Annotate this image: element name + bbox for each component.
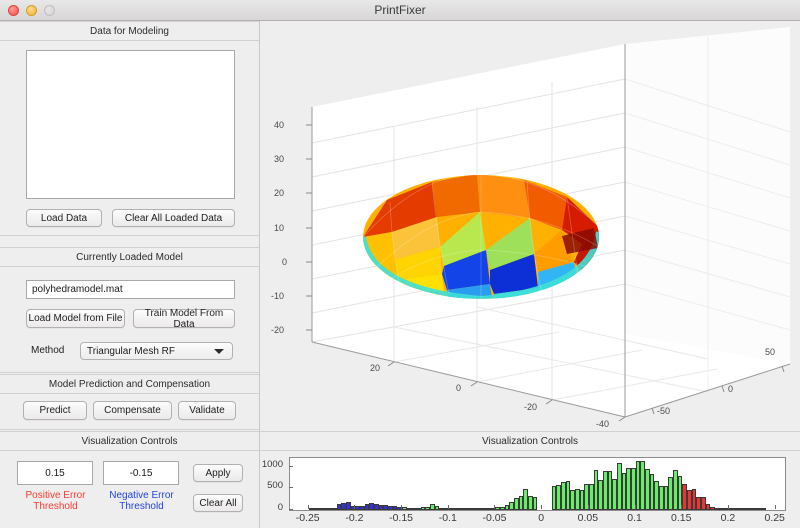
histogram-x-tick: -0.15 bbox=[389, 512, 414, 524]
apply-button[interactable]: Apply bbox=[193, 464, 243, 482]
panel-rule-bottom-prediction bbox=[0, 429, 259, 430]
histogram-y-tick: 500 bbox=[267, 480, 283, 492]
panel-rule-top-model bbox=[0, 247, 259, 248]
x-tick-neg20: -20 bbox=[524, 402, 538, 412]
panel-rule-under-title-model bbox=[0, 266, 259, 267]
z-tick-30: 30 bbox=[274, 154, 285, 164]
chevron-down-icon bbox=[214, 349, 224, 354]
clear-all-button[interactable]: Clear All bbox=[193, 494, 243, 512]
histogram-x-tick: 0 bbox=[538, 512, 545, 524]
histogram-x-tickmark bbox=[401, 505, 403, 509]
histogram-x-tickmark bbox=[587, 505, 589, 509]
histogram-x-tickmark bbox=[307, 505, 309, 509]
y-tick-neg50: -50 bbox=[657, 406, 671, 416]
mesh-3d-plot[interactable]: 40 30 20 10 0 -10 -20 20 0 -20 -40 -50 0… bbox=[262, 22, 800, 432]
panel-rule-top-vizleft bbox=[0, 431, 259, 432]
clear-all-loaded-data-button[interactable]: Clear All Loaded Data bbox=[112, 209, 235, 227]
z-tick-0: 0 bbox=[282, 257, 288, 267]
histogram-x-tickmark bbox=[447, 505, 449, 509]
z-tick-40: 40 bbox=[274, 120, 285, 130]
panel-rule-under-title-vizright bbox=[260, 450, 800, 451]
negative-error-threshold-label-line1: Negative Error bbox=[109, 490, 174, 501]
load-data-button[interactable]: Load Data bbox=[26, 209, 102, 227]
app-window: PrintFixer Data for Modeling Load Data C… bbox=[0, 0, 800, 528]
predict-button[interactable]: Predict bbox=[23, 401, 87, 420]
title-bar: PrintFixer bbox=[0, 0, 800, 21]
panel-rule-under-title-prediction bbox=[0, 393, 259, 394]
histogram-x-tick: -0.2 bbox=[345, 512, 364, 524]
histogram-x-tick: -0.1 bbox=[438, 512, 457, 524]
panel-title-visualization-controls-left: Visualization Controls bbox=[81, 436, 178, 447]
histogram-x-tick: 0.05 bbox=[577, 512, 599, 524]
panel-rule-top-vizright bbox=[260, 431, 800, 432]
histogram-y-tickmark bbox=[289, 487, 293, 489]
histogram-x-tickmark bbox=[494, 505, 496, 509]
z-axis-ticks bbox=[306, 124, 312, 331]
panel-rule-top bbox=[0, 21, 259, 22]
method-select-value: Triangular Mesh RF bbox=[87, 345, 175, 357]
positive-error-threshold-input[interactable]: 0.15 bbox=[17, 461, 93, 485]
histogram-x-tick: 0.2 bbox=[720, 512, 736, 524]
model-file-field[interactable]: polyhedramodel.mat bbox=[26, 280, 235, 299]
positive-error-threshold-label-line1: Positive Error bbox=[25, 490, 86, 501]
histogram-x-tickmark bbox=[541, 505, 543, 509]
histogram-x-tick: -0.05 bbox=[482, 512, 507, 524]
histogram-x-tickmark bbox=[681, 505, 683, 509]
x-tick-neg40: -40 bbox=[596, 419, 610, 429]
histogram-x-tick: -0.25 bbox=[295, 512, 320, 524]
histogram-x-tick: 0.15 bbox=[671, 512, 692, 524]
negative-error-threshold-label: Negative Error Threshold bbox=[99, 490, 184, 512]
y-tick-0: 0 bbox=[728, 384, 734, 394]
train-model-from-data-button[interactable]: Train Model From Data bbox=[133, 308, 235, 330]
positive-error-threshold-label-line2: Threshold bbox=[33, 501, 78, 512]
panel-rule-top-prediction bbox=[0, 374, 259, 375]
panel-title-visualization-controls-right: Visualization Controls bbox=[482, 436, 578, 447]
panel-title-currently-loaded-model: Currently Loaded Model bbox=[76, 252, 183, 263]
histogram-x-tick: 0.1 bbox=[627, 512, 642, 524]
x-tick-20: 20 bbox=[370, 363, 381, 373]
mesh-3d-svg bbox=[306, 27, 791, 422]
negative-error-threshold-label-line2: Threshold bbox=[119, 501, 164, 512]
histogram-y-tick: 0 bbox=[277, 502, 283, 513]
panel-title-model-prediction: Model Prediction and Compensation bbox=[48, 379, 211, 390]
data-listbox[interactable] bbox=[26, 50, 235, 199]
y-tick-50: 50 bbox=[765, 347, 776, 357]
error-histogram-plot[interactable] bbox=[289, 457, 786, 511]
histogram-x-tickmark bbox=[634, 505, 636, 509]
z-tick-neg20: -20 bbox=[271, 325, 285, 335]
histogram-y-tickmark bbox=[289, 509, 293, 510]
histogram-x-tickmark bbox=[354, 505, 356, 509]
histogram-bar bbox=[532, 497, 538, 510]
method-select[interactable]: Triangular Mesh RF bbox=[80, 342, 233, 360]
histogram-y-tick: 1000 bbox=[261, 458, 283, 470]
positive-error-threshold-label: Positive Error Threshold bbox=[13, 490, 98, 512]
histogram-y-tickmark bbox=[289, 465, 293, 467]
z-tick-neg10: -10 bbox=[271, 291, 285, 301]
panel-title-data-for-modeling: Data for Modeling bbox=[90, 26, 169, 37]
histogram-x-tickmark bbox=[727, 505, 729, 509]
load-model-from-file-button[interactable]: Load Model from File bbox=[26, 309, 125, 328]
x-tick-0: 0 bbox=[456, 383, 462, 393]
z-tick-10: 10 bbox=[274, 223, 285, 233]
histogram-x-tick: 0.25 bbox=[764, 512, 785, 524]
panel-rule-bottom bbox=[0, 235, 259, 236]
validate-button[interactable]: Validate bbox=[178, 401, 236, 420]
panel-rule-bottom-model bbox=[0, 372, 259, 373]
panel-rule-under-title bbox=[0, 40, 259, 41]
histogram-x-tickmark bbox=[774, 505, 776, 509]
compensate-button[interactable]: Compensate bbox=[93, 401, 172, 420]
histogram-bar bbox=[761, 508, 767, 510]
method-label: Method bbox=[31, 345, 65, 356]
negative-error-threshold-input[interactable]: -0.15 bbox=[103, 461, 179, 485]
z-tick-20: 20 bbox=[274, 188, 285, 198]
panel-rule-under-title-vizleft bbox=[0, 450, 259, 451]
window-title: PrintFixer bbox=[374, 3, 426, 17]
